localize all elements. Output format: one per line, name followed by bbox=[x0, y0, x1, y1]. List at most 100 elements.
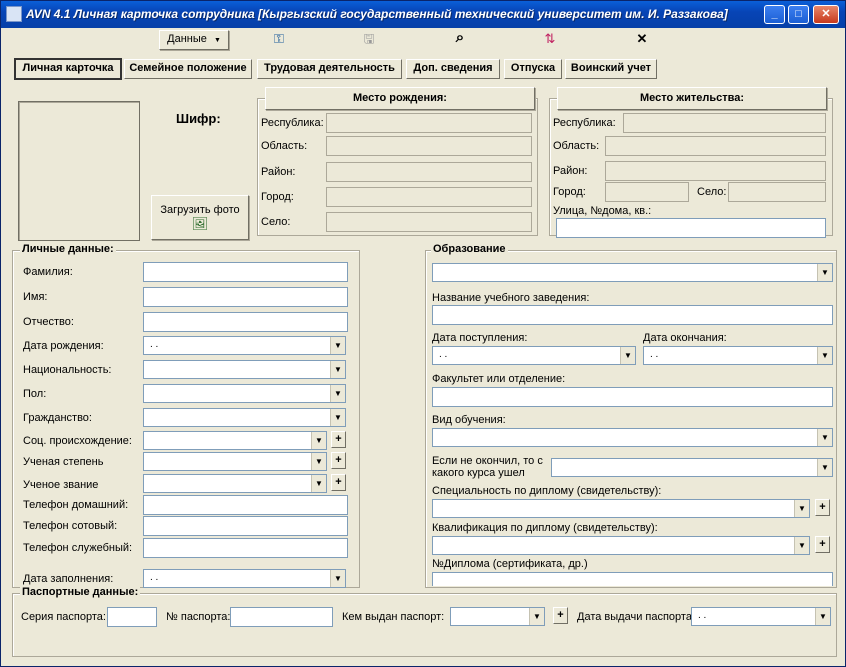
graduation-date-picker[interactable]: . . ▼ bbox=[643, 346, 833, 365]
fill-date-label: Дата заполнения: bbox=[23, 573, 114, 585]
bp-district-field[interactable] bbox=[326, 162, 532, 182]
social-origin-label: Соц. происхождение: bbox=[23, 435, 132, 447]
dropout-course-select[interactable]: ▼ bbox=[551, 458, 833, 477]
key-icon[interactable]: ⚿ bbox=[269, 30, 289, 48]
gender-select[interactable]: ▼ bbox=[143, 384, 346, 403]
faculty-label: Факультет или отделение: bbox=[432, 373, 566, 385]
chevron-down-icon[interactable]: ▼ bbox=[817, 459, 832, 476]
institution-field[interactable] bbox=[432, 305, 833, 325]
title-bar[interactable]: AVN 4.1 Личная карточка сотрудника [Кырг… bbox=[1, 1, 845, 28]
diploma-number-field[interactable] bbox=[432, 572, 833, 586]
bp-city-field[interactable] bbox=[326, 187, 532, 207]
res-city-field[interactable] bbox=[605, 182, 689, 202]
chevron-down-icon[interactable]: ▼ bbox=[817, 264, 832, 281]
degree-select[interactable]: ▼ bbox=[143, 452, 327, 471]
chevron-down-icon[interactable]: ▼ bbox=[330, 570, 345, 587]
upload-photo-button[interactable]: Загрузить фото 🖼 bbox=[151, 195, 249, 240]
chevron-down-icon[interactable]: ▼ bbox=[330, 337, 345, 354]
chevron-down-icon[interactable]: ▼ bbox=[330, 385, 345, 402]
bp-village-field[interactable] bbox=[326, 212, 532, 232]
res-region-label: Область: bbox=[553, 140, 600, 152]
passport-series-field[interactable] bbox=[107, 607, 157, 627]
study-form-select[interactable]: ▼ bbox=[432, 428, 833, 447]
tab-vacations[interactable]: Отпуска bbox=[504, 59, 562, 79]
passport-issue-date-picker[interactable]: . . ▼ bbox=[691, 607, 831, 626]
res-republic-field[interactable] bbox=[623, 113, 826, 133]
passport-number-field[interactable] bbox=[230, 607, 333, 627]
academic-title-select[interactable]: ▼ bbox=[143, 474, 327, 493]
close-window-button[interactable]: ✕ bbox=[813, 5, 839, 24]
chevron-down-icon[interactable]: ▼ bbox=[311, 475, 326, 492]
academic-title-add-button[interactable]: + bbox=[331, 474, 346, 491]
firstname-label: Имя: bbox=[23, 291, 48, 303]
bp-region-field[interactable] bbox=[326, 136, 532, 156]
qualification-add-button[interactable]: + bbox=[815, 536, 830, 553]
res-district-field[interactable] bbox=[605, 161, 826, 181]
cipher-label: Шифр: bbox=[176, 111, 221, 126]
home-phone-field[interactable] bbox=[143, 495, 348, 515]
chevron-down-icon[interactable]: ▼ bbox=[311, 432, 326, 449]
specialty-select[interactable]: ▼ bbox=[432, 499, 810, 518]
birthplace-header-button[interactable]: Место рождения: bbox=[265, 87, 535, 110]
citizenship-select[interactable]: ▼ bbox=[143, 408, 346, 427]
passport-series-label: Серия паспорта: bbox=[21, 611, 106, 623]
res-street-field[interactable] bbox=[556, 218, 826, 238]
chevron-down-icon[interactable]: ▼ bbox=[330, 361, 345, 378]
diploma-number-label: №Диплома (сертификата, др.) bbox=[432, 558, 588, 570]
chevron-down-icon[interactable]: ▼ bbox=[529, 608, 544, 625]
citizenship-label: Гражданство: bbox=[23, 412, 92, 424]
res-village-field[interactable] bbox=[728, 182, 826, 202]
chevron-down-icon[interactable]: ▼ bbox=[620, 347, 635, 364]
nationality-select[interactable]: ▼ bbox=[143, 360, 346, 379]
work-phone-field[interactable] bbox=[143, 538, 348, 558]
tab-additional-info[interactable]: Доп. сведения bbox=[406, 59, 500, 79]
chevron-down-icon[interactable]: ▼ bbox=[817, 429, 832, 446]
birthdate-picker[interactable]: . . ▼ bbox=[143, 336, 346, 355]
passport-issuer-label: Кем выдан паспорт: bbox=[342, 611, 445, 623]
firstname-field[interactable] bbox=[143, 287, 348, 307]
patronymic-label: Отчество: bbox=[23, 316, 74, 328]
bp-republic-field[interactable] bbox=[326, 113, 532, 133]
degree-add-button[interactable]: + bbox=[331, 452, 346, 469]
tab-family-status[interactable]: Семейное положение bbox=[124, 59, 252, 79]
res-region-field[interactable] bbox=[605, 136, 826, 156]
dropout-course-label: Если не окончил, то с какого курса ушел bbox=[432, 455, 543, 479]
graduation-date-label: Дата окончания: bbox=[643, 332, 727, 344]
chevron-down-icon[interactable]: ▼ bbox=[815, 608, 830, 625]
specialty-label: Специальность по диплому (свидетельству)… bbox=[432, 485, 662, 497]
specialty-add-button[interactable]: + bbox=[815, 499, 830, 516]
data-menu-button[interactable]: Данные ▼ bbox=[159, 30, 229, 50]
main-window: AVN 4.1 Личная карточка сотрудника [Кырг… bbox=[0, 0, 846, 667]
minimize-button[interactable]: _ bbox=[764, 5, 785, 24]
qualification-select[interactable]: ▼ bbox=[432, 536, 810, 555]
lastname-field[interactable] bbox=[143, 262, 348, 282]
res-city-label: Город: bbox=[553, 186, 586, 198]
admission-date-picker[interactable]: . . ▼ bbox=[432, 346, 636, 365]
social-origin-add-button[interactable]: + bbox=[331, 431, 346, 448]
chevron-down-icon[interactable]: ▼ bbox=[794, 500, 809, 517]
education-level-select[interactable]: ▼ bbox=[432, 263, 833, 282]
app-icon bbox=[6, 6, 22, 22]
binoculars-icon[interactable]: ⌕ bbox=[450, 29, 470, 47]
tab-personal-card[interactable]: Личная карточка bbox=[14, 58, 122, 80]
save-icon[interactable]: 🖫 bbox=[359, 30, 379, 48]
social-origin-select[interactable]: ▼ bbox=[143, 431, 327, 450]
tab-military[interactable]: Воинский учет bbox=[565, 59, 657, 79]
chevron-down-icon[interactable]: ▼ bbox=[330, 409, 345, 426]
chevron-down-icon[interactable]: ▼ bbox=[817, 347, 832, 364]
tab-work-history[interactable]: Трудовая деятельность bbox=[257, 59, 402, 79]
chevron-down-icon[interactable]: ▼ bbox=[311, 453, 326, 470]
sort-icon[interactable]: ⇅ bbox=[540, 30, 560, 48]
res-district-label: Район: bbox=[553, 165, 588, 177]
close-form-icon[interactable]: ✕ bbox=[632, 30, 652, 48]
institution-label: Название учебного заведения: bbox=[432, 292, 590, 304]
passport-issuer-add-button[interactable]: + bbox=[553, 607, 568, 624]
maximize-button[interactable]: □ bbox=[788, 5, 809, 24]
fill-date-picker[interactable]: . . ▼ bbox=[143, 569, 346, 588]
residence-header-button[interactable]: Место жительства: bbox=[557, 87, 827, 110]
patronymic-field[interactable] bbox=[143, 312, 348, 332]
chevron-down-icon[interactable]: ▼ bbox=[794, 537, 809, 554]
passport-issuer-select[interactable]: ▼ bbox=[450, 607, 545, 626]
mobile-phone-field[interactable] bbox=[143, 516, 348, 536]
faculty-field[interactable] bbox=[432, 387, 833, 407]
